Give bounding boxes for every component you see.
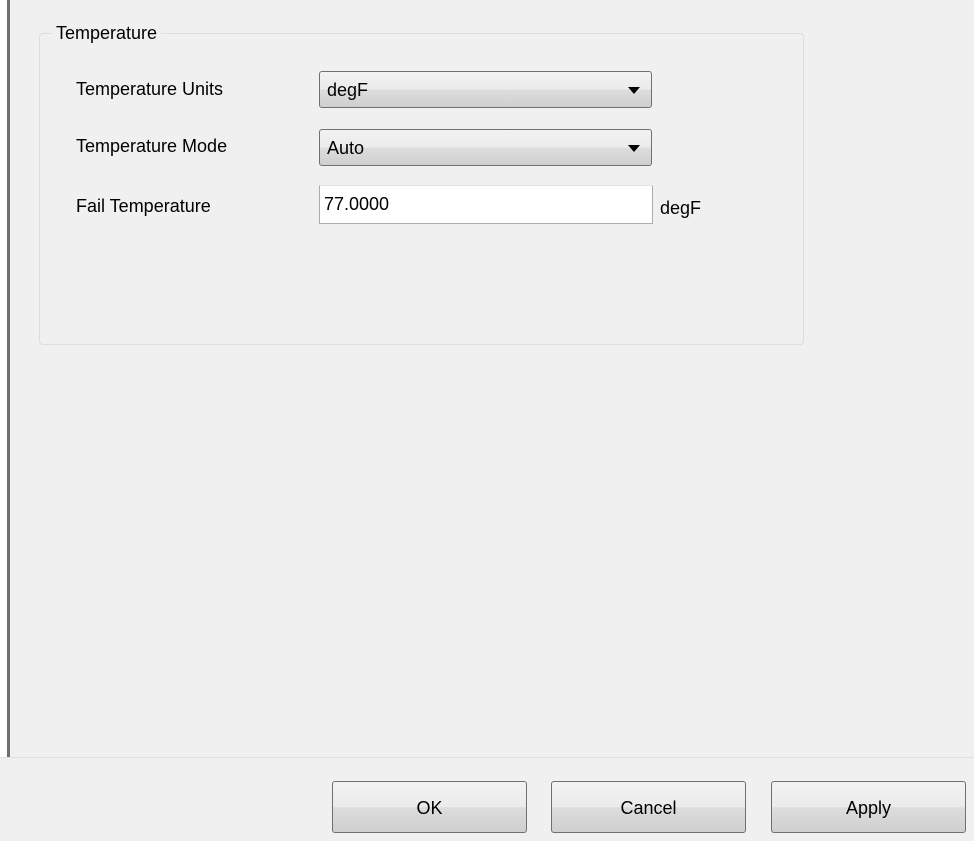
fail-temperature-input[interactable] [319,185,653,224]
temperature-mode-dropdown[interactable]: Auto [319,129,652,166]
ok-button[interactable]: OK [332,781,527,833]
temperature-units-value: degF [327,80,369,100]
cancel-button[interactable]: Cancel [551,781,746,833]
temperature-units-label: Temperature Units [76,79,224,99]
left-panel-border [0,0,10,757]
temperature-units-dropdown[interactable]: degF [319,71,652,108]
chevron-down-icon [628,87,640,94]
temperature-mode-value: Auto [327,138,365,158]
fail-temperature-unit: degF [660,198,702,218]
dialog-footer: OK Cancel Apply [0,757,974,841]
content-panel: Temperature Temperature Units degF Tempe… [10,0,974,757]
groupbox-title: Temperature [52,21,162,45]
chevron-down-icon [628,145,640,152]
temperature-mode-label: Temperature Mode [76,136,228,156]
apply-button[interactable]: Apply [771,781,966,833]
fail-temperature-label: Fail Temperature [76,196,211,216]
